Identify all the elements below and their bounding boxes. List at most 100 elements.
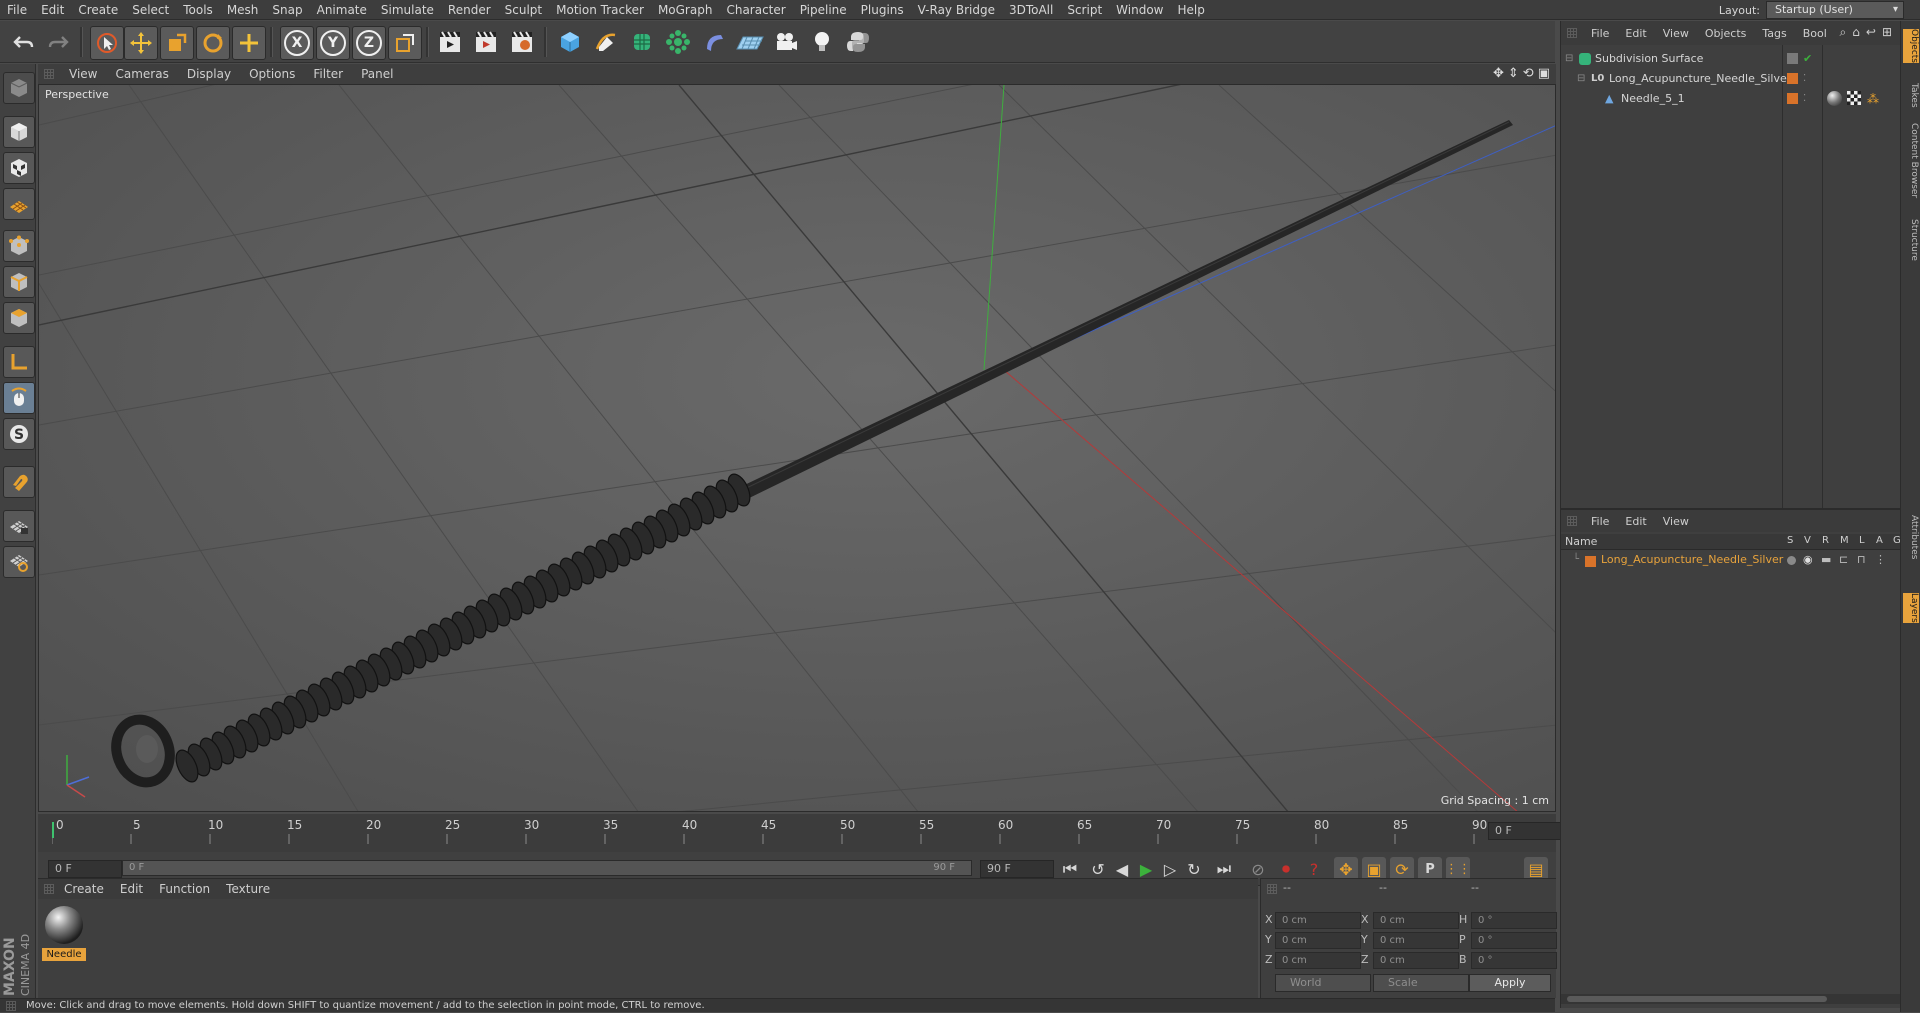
layer-menu-view[interactable]: View: [1655, 515, 1697, 528]
menu-3dtoall[interactable]: 3DToAll: [1002, 0, 1060, 20]
home-icon[interactable]: ⌂: [1852, 25, 1860, 40]
cube-object-icon[interactable]: [554, 26, 586, 58]
new-view-icon[interactable]: ⊞: [1882, 25, 1892, 40]
layer-menu-edit[interactable]: Edit: [1617, 515, 1654, 528]
object-menu-bool[interactable]: Bool: [1795, 27, 1835, 40]
size-z-field[interactable]: 0 cm: [1373, 952, 1459, 969]
horizontal-scrollbar[interactable]: [1561, 994, 1901, 1004]
menu-render[interactable]: Render: [441, 0, 498, 20]
viewport-menu-filter[interactable]: Filter: [304, 67, 352, 81]
viewport-toggle-icon[interactable]: ▣: [1538, 66, 1550, 81]
panel-grip-icon[interactable]: [44, 884, 54, 894]
viewport-zoom-icon[interactable]: ⇕: [1508, 66, 1519, 81]
pen-spline-icon[interactable]: [590, 26, 622, 58]
floor-icon[interactable]: [734, 26, 766, 58]
object-menu-objects[interactable]: Objects: [1697, 27, 1755, 40]
material-tag-icon[interactable]: [1827, 91, 1842, 106]
z-axis-lock-button[interactable]: Z: [352, 26, 386, 60]
tweak-mode-icon[interactable]: [3, 382, 35, 414]
make-editable-icon[interactable]: [3, 72, 35, 104]
menu-help[interactable]: Help: [1170, 0, 1211, 20]
tab-layers[interactable]: Layers: [1903, 593, 1919, 623]
redo-icon[interactable]: [42, 26, 74, 58]
size-y-field[interactable]: 0 cm: [1373, 932, 1459, 949]
phong-tag-icon[interactable]: ⁂: [1867, 89, 1879, 109]
workplane-icon[interactable]: [3, 188, 35, 220]
menu-mesh[interactable]: Mesh: [220, 0, 266, 20]
light-icon[interactable]: [806, 26, 838, 58]
material-menu-edit[interactable]: Edit: [112, 882, 151, 896]
x-axis-lock-button[interactable]: X: [280, 26, 314, 60]
rotation-b-field[interactable]: 0 °: [1471, 952, 1557, 969]
viewport-menu-display[interactable]: Display: [178, 67, 240, 81]
start-frame-field[interactable]: 0 F: [48, 860, 122, 878]
layer-row[interactable]: └ Long_Acupuncture_Needle_Silver ◉ ▬ ⊏ ⊓…: [1561, 552, 1901, 570]
menu-simulate[interactable]: Simulate: [374, 0, 441, 20]
layer-color-icon[interactable]: [1585, 556, 1596, 567]
menu-edit[interactable]: Edit: [34, 0, 71, 20]
render-toggle-icon[interactable]: ▬: [1821, 553, 1831, 566]
live-selection-icon[interactable]: [232, 26, 266, 60]
menu-sculpt[interactable]: Sculpt: [498, 0, 549, 20]
collapse-icon[interactable]: ⊟: [1565, 49, 1573, 69]
undo-icon[interactable]: [8, 26, 40, 58]
layer-color-icon[interactable]: [1787, 73, 1798, 84]
back-icon[interactable]: ↩: [1866, 25, 1876, 40]
visible-eye-icon[interactable]: ◉: [1803, 553, 1813, 566]
object-row-subdivision-surface[interactable]: ⊟ Subdivision Surface ✔: [1561, 49, 1901, 69]
viewport-menu-view[interactable]: View: [60, 67, 106, 81]
object-row-needle-group[interactable]: ⊟ L0 Long_Acupuncture_Needle_Silver ⁚: [1561, 69, 1901, 89]
menu-motion-tracker[interactable]: Motion Tracker: [549, 0, 651, 20]
collapse-icon[interactable]: ⊟: [1577, 69, 1585, 89]
menu-select[interactable]: Select: [125, 0, 176, 20]
menu-pipeline[interactable]: Pipeline: [793, 0, 854, 20]
end-frame-field[interactable]: 90 F: [980, 860, 1054, 878]
camera-icon[interactable]: [770, 26, 802, 58]
viewport-menu-panel[interactable]: Panel: [352, 67, 402, 81]
range-slider[interactable]: 0 F 90 F: [122, 860, 972, 876]
material-menu-create[interactable]: Create: [56, 882, 112, 896]
subdivision-surface-icon[interactable]: [626, 26, 658, 58]
tab-objects[interactable]: Objects: [1903, 29, 1919, 64]
rotation-h-field[interactable]: 0 °: [1471, 912, 1557, 929]
visibility-dots-icon[interactable]: ⁚: [1803, 89, 1806, 109]
solo-toggle-icon[interactable]: [1787, 556, 1796, 565]
planar-workplane-icon[interactable]: [3, 546, 35, 578]
menu-window[interactable]: Window: [1109, 0, 1170, 20]
viewport-menu-options[interactable]: Options: [240, 67, 304, 81]
panel-grip-icon[interactable]: [44, 69, 54, 79]
timeline-ruler[interactable]: 0 5 10 15 20 25 30 35 40 45 50 55 60 65 …: [38, 814, 1562, 852]
scale-tool-icon[interactable]: [160, 26, 194, 60]
axis-mode-icon[interactable]: [3, 346, 35, 378]
size-mode-dropdown[interactable]: Scale: [1373, 974, 1469, 992]
move-tool-icon[interactable]: [124, 26, 158, 60]
panel-grip-icon[interactable]: [1567, 28, 1577, 38]
render-picture-viewer-icon[interactable]: [470, 26, 502, 58]
object-menu-edit[interactable]: Edit: [1617, 27, 1654, 40]
layer-menu-file[interactable]: File: [1583, 515, 1617, 528]
cloner-icon[interactable]: [662, 26, 694, 58]
lock-workplane-icon[interactable]: [3, 510, 35, 542]
menu-tools[interactable]: Tools: [176, 0, 220, 20]
panel-grip-icon[interactable]: [1267, 884, 1277, 894]
select-tool-icon[interactable]: [90, 26, 124, 60]
tab-takes[interactable]: Takes: [1903, 83, 1919, 108]
playhead-marker[interactable]: [52, 822, 54, 838]
edges-mode-icon[interactable]: [3, 266, 35, 298]
menu-mograph[interactable]: MoGraph: [651, 0, 720, 20]
perspective-viewport[interactable]: Perspective Grid Spacing : 1 cm: [38, 84, 1556, 812]
current-frame-field[interactable]: 0 F: [1488, 822, 1562, 840]
coordinate-system-icon[interactable]: [388, 26, 422, 60]
viewport-pan-icon[interactable]: ✥: [1493, 66, 1504, 81]
panel-grip-icon[interactable]: [1567, 516, 1577, 526]
viewport-rotate-icon[interactable]: ⟲: [1523, 66, 1534, 81]
menu-plugins[interactable]: Plugins: [854, 0, 911, 20]
material-swatch[interactable]: Needle: [42, 903, 86, 961]
search-icon[interactable]: ⌕: [1840, 25, 1847, 40]
layout-dropdown[interactable]: Startup (User): [1766, 1, 1904, 19]
menu-file[interactable]: File: [0, 0, 34, 20]
object-menu-tags[interactable]: Tags: [1754, 27, 1794, 40]
object-menu-file[interactable]: File: [1583, 27, 1617, 40]
animation-toggle-icon[interactable]: ⋮: [1875, 553, 1886, 566]
panel-grip-icon[interactable]: [6, 1001, 16, 1011]
